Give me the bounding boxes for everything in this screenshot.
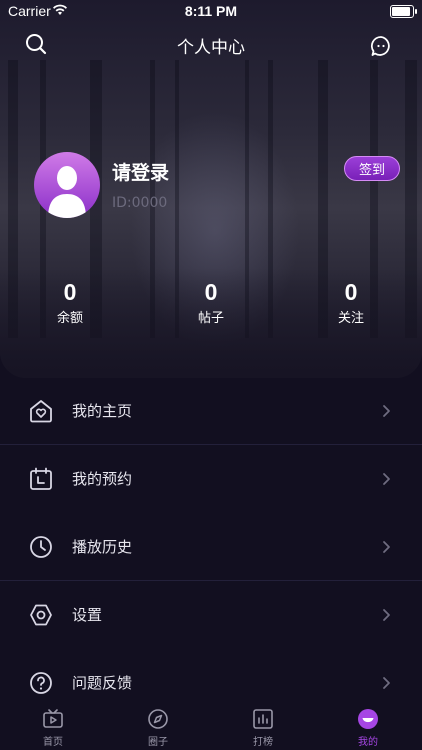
battery-icon xyxy=(390,5,417,18)
divider xyxy=(0,444,422,445)
question-icon xyxy=(30,672,52,694)
chevron-right-icon xyxy=(383,677,390,689)
tab-label: 圈子 xyxy=(148,737,168,748)
stat-balance-value: 0 xyxy=(63,279,77,305)
hexagon-settings-icon xyxy=(30,604,52,626)
status-bar: Carrier 8:11 PM xyxy=(0,0,422,24)
chart-icon xyxy=(253,709,273,729)
tab-circle[interactable]: 圈子 xyxy=(123,708,193,748)
login-prompt[interactable]: 请登录 xyxy=(112,158,169,185)
divider xyxy=(0,580,422,581)
profile-page: Carrier 8:11 PM 个人中心 请登录 ID:0000 签到 0 余额… xyxy=(0,0,422,750)
tab-ranking[interactable]: 打榜 xyxy=(228,708,298,748)
tab-home[interactable]: 首页 xyxy=(18,708,88,748)
chevron-right-icon xyxy=(383,609,390,621)
home-heart-icon xyxy=(30,400,52,423)
chevron-right-icon xyxy=(383,405,390,417)
tab-mine[interactable]: 我的 xyxy=(333,708,403,748)
clock-icon xyxy=(30,536,52,558)
menu-item-settings[interactable]: 设置 xyxy=(0,582,422,646)
user-silhouette-icon xyxy=(48,166,86,218)
menu-item-my-homepage[interactable]: 我的主页 xyxy=(0,378,422,442)
chevron-right-icon xyxy=(383,473,390,485)
stat-balance-label: 余额 xyxy=(56,311,83,326)
compass-icon xyxy=(148,709,168,729)
message-icon[interactable] xyxy=(370,35,392,57)
menu-item-label: 我的主页 xyxy=(72,402,133,420)
checkin-button[interactable]: 签到 xyxy=(344,156,400,181)
avatar[interactable] xyxy=(34,152,100,218)
tab-label: 首页 xyxy=(43,737,63,748)
stat-posts-value: 0 xyxy=(204,279,218,305)
user-id: ID:0000 xyxy=(112,195,168,211)
menu-item-label: 播放历史 xyxy=(72,538,133,556)
profile-smile-icon xyxy=(358,709,378,729)
calendar-icon xyxy=(30,467,52,490)
stat-following[interactable]: 0 关注 xyxy=(311,280,391,326)
menu-item-label: 我的预约 xyxy=(72,470,133,488)
page-title: 个人中心 xyxy=(177,38,245,58)
menu-item-my-reservations[interactable]: 我的预约 xyxy=(0,446,422,510)
menu-item-label: 设置 xyxy=(72,606,103,624)
stat-balance[interactable]: 0 余额 xyxy=(30,280,110,326)
chevron-right-icon xyxy=(383,541,390,553)
menu-item-play-history[interactable]: 播放历史 xyxy=(0,514,422,578)
tv-play-icon xyxy=(43,709,63,728)
tab-label: 打榜 xyxy=(253,737,273,748)
stat-following-label: 关注 xyxy=(337,311,364,326)
stat-posts[interactable]: 0 帖子 xyxy=(171,280,251,326)
status-time: 8:11 PM xyxy=(184,3,238,19)
menu-item-label: 问题反馈 xyxy=(72,674,133,692)
tab-bar: 首页 圈子 打榜 我的 xyxy=(0,700,422,750)
tab-label: 我的 xyxy=(358,737,378,748)
stat-following-value: 0 xyxy=(344,279,358,305)
stat-posts-label: 帖子 xyxy=(197,311,224,326)
